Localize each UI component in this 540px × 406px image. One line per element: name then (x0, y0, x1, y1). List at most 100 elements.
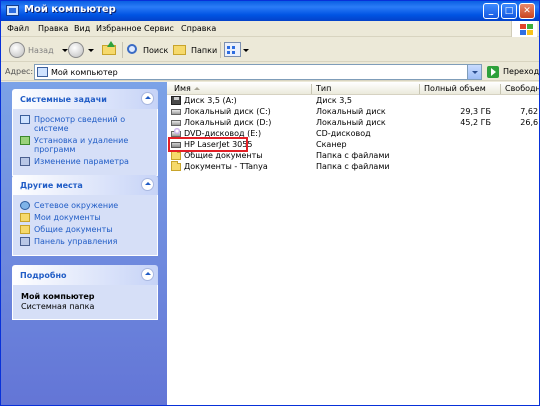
item-type: Диск 3,5 (316, 96, 352, 105)
item-name: Локальный диск (C:) (184, 107, 271, 116)
menu-help[interactable]: Справка (181, 24, 216, 33)
search-button[interactable]: Поиск (125, 41, 169, 59)
task-view-system-info[interactable]: Просмотр сведений о системе (20, 115, 151, 133)
list-item[interactable]: Документы - TTanya Папка с файлами (167, 161, 539, 172)
menu-view[interactable]: Вид (74, 24, 90, 33)
forward-dropdown-icon[interactable] (88, 49, 94, 52)
address-bar: Адрес: Мой компьютер Переход (1, 63, 539, 81)
column-name[interactable]: Имя (174, 84, 191, 93)
menu-edit[interactable]: Правка (38, 24, 68, 33)
my-documents-icon (20, 213, 30, 222)
back-button[interactable]: Назад (9, 41, 68, 59)
item-type: Локальный диск (316, 107, 386, 116)
my-computer-icon (37, 67, 48, 77)
details-header[interactable]: Подробно (12, 265, 158, 285)
item-free: 7,62 ГБ (520, 107, 539, 116)
sort-ascending-icon (194, 87, 200, 90)
menu-bar: Файл Правка Вид Избранное Сервис Справка (1, 21, 539, 37)
forward-button[interactable] (68, 41, 96, 59)
up-folder-button[interactable] (101, 41, 119, 59)
place-network[interactable]: Сетевое окружение (20, 201, 151, 210)
place-control-panel[interactable]: Панель управления (20, 237, 151, 246)
item-type: Папка с файлами (316, 162, 390, 171)
collapse-chevron-icon[interactable] (141, 178, 154, 191)
file-list: Имя Тип Полный объем Свободно Диск 3,5 (… (167, 82, 539, 405)
system-tasks-body: Просмотр сведений о системе Установка и … (12, 109, 158, 176)
title-bar[interactable]: Мой компьютер _ □ ✕ (1, 1, 539, 21)
back-arrow-icon (9, 42, 25, 58)
go-button[interactable]: Переход (503, 67, 539, 76)
item-total: 45,2 ГБ (460, 118, 491, 127)
details-panel: Подробно Мой компьютер Системная папка (12, 265, 158, 320)
menu-tools[interactable]: Сервис (144, 24, 174, 33)
control-panel-icon (20, 237, 30, 246)
address-label: Адрес: (5, 67, 34, 76)
item-type: Сканер (316, 140, 347, 149)
search-icon (127, 44, 137, 54)
folder-icon (171, 161, 181, 171)
details-title: Подробно (20, 271, 67, 280)
column-separator[interactable] (419, 84, 420, 94)
folders-label: Папки (191, 46, 218, 55)
close-button[interactable]: ✕ (519, 3, 535, 19)
item-type: Локальный диск (316, 118, 386, 127)
task-change-setting[interactable]: Изменение параметра (20, 157, 151, 166)
other-places-title: Другие места (20, 181, 83, 190)
up-arrow-icon (107, 41, 115, 47)
highlight-box (168, 137, 248, 152)
place-label: Мои документы (34, 213, 101, 222)
column-type[interactable]: Тип (316, 84, 331, 93)
views-dropdown-icon[interactable] (243, 49, 249, 52)
folder-icon (171, 150, 181, 160)
task-add-remove-programs[interactable]: Установка и удаление программ (20, 136, 151, 154)
menu-favorites[interactable]: Избранное (96, 24, 141, 33)
task-label: Установка и удаление программ (34, 136, 129, 154)
floppy-icon (171, 96, 181, 105)
item-type: Папка с файлами (316, 151, 390, 160)
toolbar-separator (122, 42, 123, 58)
item-name: Диск 3,5 (A:) (184, 96, 237, 105)
column-free-space[interactable]: Свободно (505, 84, 539, 93)
collapse-chevron-icon[interactable] (141, 268, 154, 281)
system-tasks-header[interactable]: Системные задачи (12, 89, 158, 109)
folders-button[interactable]: Папки (171, 41, 217, 59)
task-pane: Системные задачи Просмотр сведений о сис… (1, 82, 167, 405)
item-type: CD-дисковод (316, 129, 371, 138)
task-label: Изменение параметра (34, 157, 129, 166)
address-field[interactable]: Мой компьютер (34, 64, 482, 80)
item-name: Документы - TTanya (184, 162, 268, 171)
explorer-window: Мой компьютер _ □ ✕ Файл Правка Вид Избр… (0, 0, 540, 406)
column-separator[interactable] (500, 84, 501, 94)
list-item[interactable]: Локальный диск (D:) Локальный диск 45,2 … (167, 117, 539, 128)
item-free: 26,6 ГБ (520, 118, 539, 127)
minimize-button[interactable]: _ (483, 3, 499, 19)
address-value: Мой компьютер (51, 68, 118, 77)
item-name: Локальный диск (D:) (184, 118, 272, 127)
address-dropdown-button[interactable] (467, 65, 481, 79)
my-computer-icon (6, 5, 19, 16)
column-total-size[interactable]: Полный объем (424, 84, 486, 93)
list-item[interactable]: Локальный диск (C:) Локальный диск 29,3 … (167, 106, 539, 117)
control-panel-icon (20, 157, 30, 166)
place-label: Сетевое окружение (34, 201, 119, 210)
network-places-icon (20, 201, 30, 210)
forward-arrow-icon (68, 42, 84, 58)
place-my-documents[interactable]: Мои документы (20, 213, 151, 222)
search-label: Поиск (143, 46, 169, 55)
column-separator[interactable] (311, 84, 312, 94)
details-name: Мой компьютер (21, 292, 95, 301)
folders-icon (173, 45, 186, 55)
back-label: Назад (28, 46, 54, 55)
list-item[interactable]: Диск 3,5 (A:) Диск 3,5 (167, 95, 539, 106)
system-tasks-title: Системные задачи (20, 95, 107, 104)
collapse-chevron-icon[interactable] (141, 92, 154, 105)
disk-icon (171, 109, 181, 115)
window-title: Мой компьютер (24, 4, 116, 15)
place-shared-documents[interactable]: Общие документы (20, 225, 151, 234)
toolbar-separator (220, 42, 221, 58)
menu-file[interactable]: Файл (7, 24, 29, 33)
maximize-button[interactable]: □ (501, 3, 517, 19)
go-arrow-icon[interactable] (487, 66, 499, 78)
other-places-header[interactable]: Другие места (12, 175, 158, 195)
views-button[interactable] (224, 41, 250, 59)
